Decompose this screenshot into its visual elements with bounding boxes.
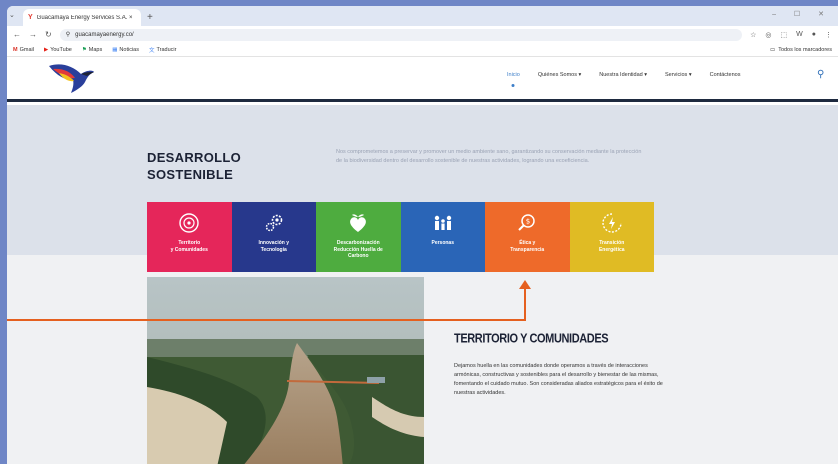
plant-heart-icon <box>350 214 367 232</box>
card-personas[interactable]: Personas <box>400 202 485 272</box>
star-icon[interactable]: ☆ <box>750 31 756 39</box>
all-bookmarks[interactable]: ▭ Todos los marcadores <box>770 47 832 53</box>
card-transicion[interactable]: Transición Energética <box>569 202 654 272</box>
folder-icon: ▭ <box>769 46 776 53</box>
annotation-arrow-line <box>7 319 525 321</box>
extensions-icon[interactable]: ◎ <box>765 31 771 39</box>
back-icon[interactable]: ← <box>13 30 21 39</box>
browser-window: ⌄ Y Guacamaya Energy Services S.A. × + –… <box>7 6 838 464</box>
card-innovacion[interactable]: Innovación y Tecnología <box>231 202 316 272</box>
bookmark-label: Maps <box>88 46 103 53</box>
all-bookmarks-label: Todos los marcadores <box>778 46 832 53</box>
card-label: y Comunidades <box>170 246 208 253</box>
bookmark-label: Noticias <box>119 46 139 53</box>
bookmark-label: YouTube <box>50 46 72 53</box>
menu-icon[interactable]: ⋮ <box>825 31 832 39</box>
bookmark-label: Traducir <box>156 46 177 53</box>
hero-description: Nos comprometemos a preservar y promover… <box>336 149 642 164</box>
card-descarbonizacion[interactable]: Descarbonización Reducción Huella de Carbo… <box>316 202 401 272</box>
menu-item-inicio[interactable]: Inicio <box>498 72 529 78</box>
maps-icon: ⚑ <box>81 46 87 53</box>
downloads-icon[interactable]: ⬚ <box>781 31 788 39</box>
url-text: guacamayaenergy.co/ <box>75 31 134 38</box>
section-title: TERRITORIO Y COMUNIDADES <box>454 332 609 346</box>
window-controls[interactable]: – ☐ ✕ <box>772 10 832 18</box>
browser-toolbar: ← → ↻ ⚲ guacamayaenergy.co/ ☆ ◎ ⬚ W ● ⋮ <box>7 26 838 43</box>
title-line-2: SOSTENIBLE <box>147 167 234 182</box>
card-label: Descarbonización <box>336 240 380 246</box>
tab-title: Guacamaya Energy Services S.A. × <box>36 14 133 21</box>
card-label: Personas <box>431 240 454 246</box>
energy-icon <box>602 213 622 233</box>
site-info-icon[interactable]: ⚲ <box>66 31 70 38</box>
card-label: Innovación y <box>258 240 290 246</box>
youtube-icon: ▶ <box>43 46 49 53</box>
card-territorio[interactable]: Territorio y Comunidades <box>147 202 232 272</box>
bookmark-gmail[interactable]: M Gmail <box>13 47 34 53</box>
menu-item-contactenos[interactable]: Contáctenos <box>701 72 750 78</box>
page-content: DESARROLLO SOSTENIBLE Nos comprometemos … <box>7 105 838 464</box>
page-title: DESARROLLO SOSTENIBLE <box>147 149 241 183</box>
card-label: Transición <box>599 240 625 246</box>
browser-tab[interactable]: Y Guacamaya Energy Services S.A. × <box>23 9 141 26</box>
menu-item-quienes-somos[interactable]: Quiénes Somos ▾ <box>529 72 590 78</box>
new-tab-button[interactable]: + <box>147 12 153 23</box>
tab-search-icon[interactable]: ⌄ <box>9 11 15 19</box>
card-etica[interactable]: $ Ética y Transparencia <box>485 202 570 272</box>
card-label: Transparencia <box>510 246 545 253</box>
bookmark-maps[interactable]: ⚑ Maps <box>82 47 102 53</box>
bookmark-translate[interactable]: 文 Traducir <box>149 46 176 54</box>
site-header: Inicio Quiénes Somos ▾ Nuestra Identidad… <box>7 57 838 102</box>
river-photo <box>147 277 424 464</box>
title-line-1: DESARROLLO <box>147 150 241 165</box>
pillar-cards: Territorio y Comunidades Innovación y Tecn… <box>147 202 654 272</box>
menu-item-nuestra-identidad[interactable]: Nuestra Identidad ▾ <box>590 72 656 78</box>
target-icon <box>179 213 199 233</box>
main-menu: Inicio Quiénes Somos ▾ Nuestra Identidad… <box>498 72 749 78</box>
gears-icon <box>265 214 283 232</box>
news-icon: ▦ <box>112 46 118 53</box>
company-logo[interactable] <box>47 60 95 96</box>
profile-icon[interactable]: W <box>796 31 803 39</box>
gmail-icon: M <box>13 46 18 53</box>
tab-strip: ⌄ Y Guacamaya Energy Services S.A. × + –… <box>7 6 838 26</box>
card-label: Carbono <box>347 253 369 259</box>
bookmark-youtube[interactable]: ▶ YouTube <box>44 47 72 53</box>
annotation-arrow-stem <box>524 288 526 321</box>
card-label: Tecnología <box>260 246 287 253</box>
people-icon <box>434 215 451 230</box>
account-icon[interactable]: ● <box>812 31 816 39</box>
menu-item-servicios[interactable]: Servicios ▾ <box>656 72 701 78</box>
bookmarks-bar: M Gmail ▶ YouTube ⚑ Maps ▦ Noticias 文 Traduci… <box>7 43 838 57</box>
bookmark-news[interactable]: ▦ Noticias <box>112 47 139 53</box>
magnifier-icon: $ <box>518 214 535 231</box>
translate-icon: 文 <box>148 47 155 54</box>
forward-icon[interactable]: → <box>29 30 37 39</box>
annotation-arrow-head <box>519 280 531 289</box>
card-label: Energética <box>598 246 625 253</box>
section-text: Dejamos huella en las comunidades donde … <box>454 363 663 396</box>
svg-text:$: $ <box>526 218 530 226</box>
bookmark-label: Gmail <box>19 46 34 53</box>
search-icon[interactable]: ⚲ <box>817 69 824 80</box>
address-bar[interactable]: ⚲ guacamayaenergy.co/ <box>59 28 743 41</box>
reload-icon[interactable]: ↻ <box>45 30 52 39</box>
site-favicon-icon: Y <box>28 14 33 21</box>
